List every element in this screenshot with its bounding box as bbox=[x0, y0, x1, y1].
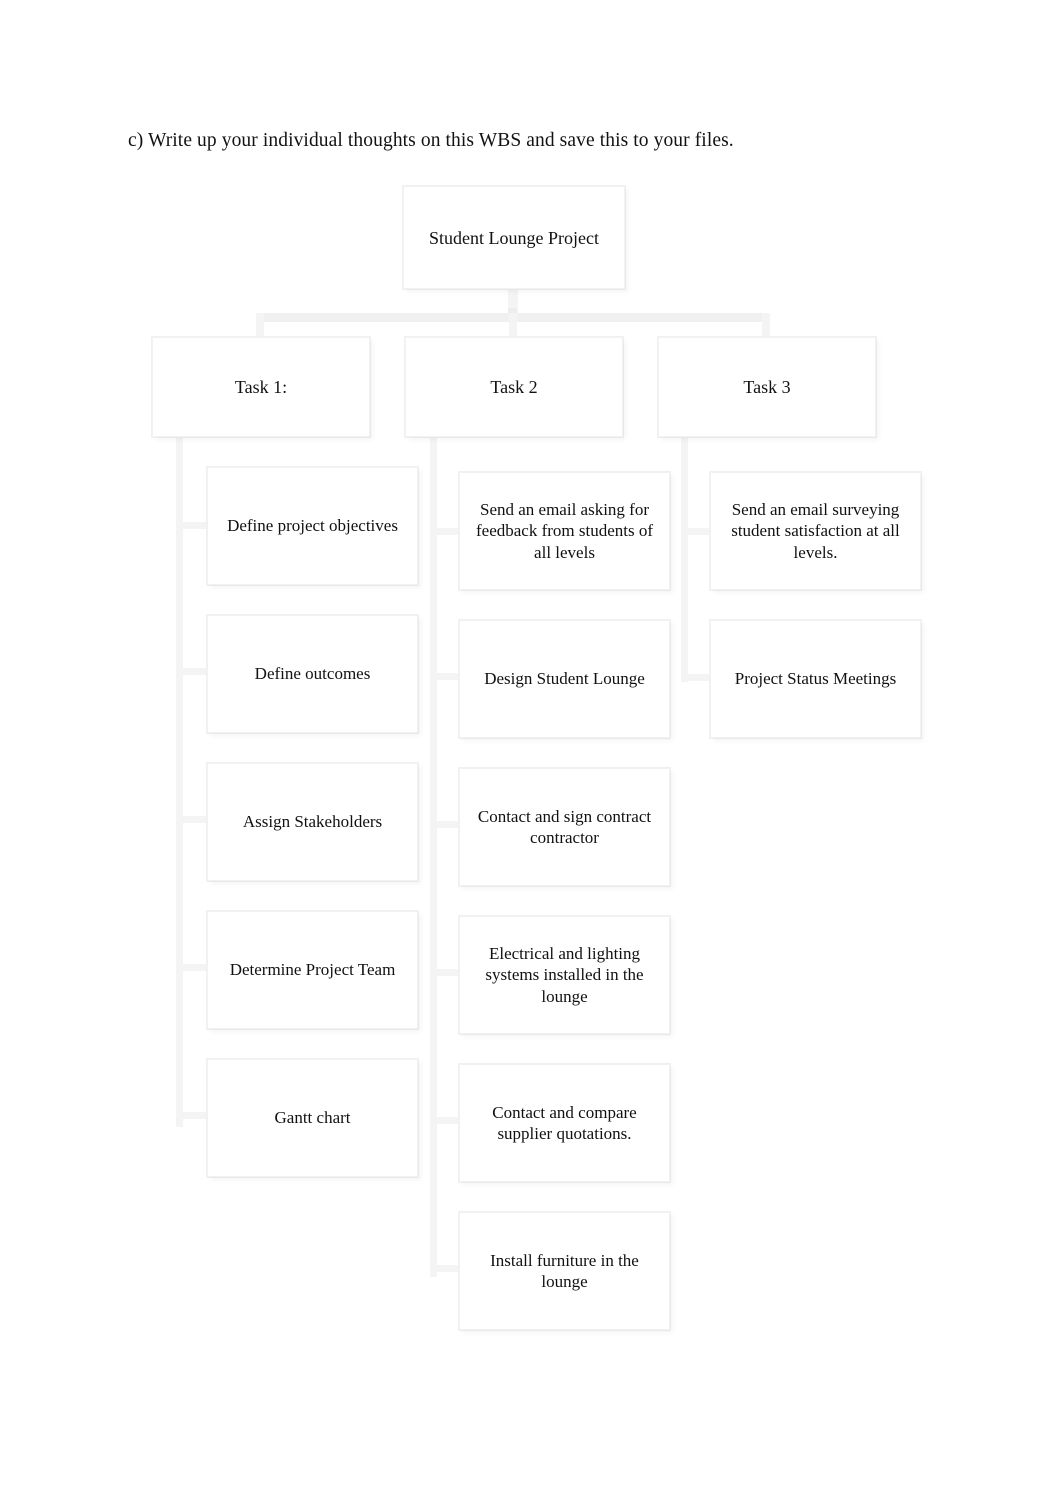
wbs-node-root-label: Student Lounge Project bbox=[429, 227, 599, 248]
connector-stub-3-1 bbox=[681, 528, 713, 535]
wbs-node-task-2-child-6[interactable]: Install furniture in the lounge bbox=[459, 1212, 670, 1330]
wbs-node-task-3[interactable]: Task 3 bbox=[658, 337, 876, 437]
wbs-node-label: Project Status Meetings bbox=[734, 669, 897, 689]
connector-stub-2-1 bbox=[430, 528, 462, 535]
connector-stub-2-6 bbox=[430, 1265, 462, 1272]
wbs-node-task-1-child-1[interactable]: Define project objectives bbox=[207, 467, 418, 585]
wbs-diagram: Student Lounge Project Task 1: Task 2 Ta… bbox=[0, 0, 1062, 1505]
connector-stub-1-2 bbox=[176, 668, 210, 675]
wbs-node-task-2-label: Task 2 bbox=[490, 377, 538, 397]
wbs-node-task-2[interactable]: Task 2 bbox=[405, 337, 623, 437]
connector-stub-2-3 bbox=[430, 821, 462, 828]
wbs-node-task-1-child-5[interactable]: Gantt chart bbox=[207, 1059, 418, 1177]
wbs-node-label: Define project objectives bbox=[227, 516, 398, 536]
connector-spine-task1 bbox=[176, 437, 183, 1127]
wbs-node-label: Electrical and lighting systems installe… bbox=[485, 943, 644, 1006]
wbs-node-label: Send an email surveying student satisfac… bbox=[731, 499, 900, 562]
wbs-node-task-2-child-5[interactable]: Contact and compare supplier quotations. bbox=[459, 1064, 670, 1182]
connector-stub-2-4 bbox=[430, 969, 462, 976]
wbs-node-label: Send an email asking for feedback from s… bbox=[475, 499, 654, 562]
wbs-node-task-3-child-2[interactable]: Project Status Meetings bbox=[710, 620, 921, 738]
wbs-node-label: Define outcomes bbox=[254, 664, 371, 684]
connector-stub-3-2 bbox=[681, 674, 713, 681]
connector-spine-task2 bbox=[430, 437, 437, 1277]
wbs-node-task-1[interactable]: Task 1: bbox=[152, 337, 370, 437]
wbs-node-label: Install furniture in the lounge bbox=[490, 1250, 639, 1292]
connector-stub-2-5 bbox=[430, 1117, 462, 1124]
document-page: c) Write up your individual thoughts on … bbox=[0, 0, 1062, 1505]
wbs-node-task-3-label: Task 3 bbox=[743, 377, 791, 397]
connector-stub-2-2 bbox=[430, 673, 462, 680]
wbs-node-task-2-child-2[interactable]: Design Student Lounge bbox=[459, 620, 670, 738]
wbs-node-label: Contact and sign contract contractor bbox=[477, 806, 652, 848]
wbs-node-label: Determine Project Team bbox=[229, 960, 396, 980]
wbs-node-task-3-child-1[interactable]: Send an email surveying student satisfac… bbox=[710, 472, 921, 590]
connector-drop-task3 bbox=[762, 313, 770, 339]
wbs-node-task-2-child-1[interactable]: Send an email asking for feedback from s… bbox=[459, 472, 670, 590]
connector-stub-1-4 bbox=[176, 964, 210, 971]
wbs-node-task-1-label: Task 1: bbox=[234, 377, 288, 397]
connector-drop-task2 bbox=[509, 313, 517, 339]
wbs-node-label: Gantt chart bbox=[274, 1108, 351, 1128]
wbs-node-task-1-child-2[interactable]: Define outcomes bbox=[207, 615, 418, 733]
wbs-node-label: Assign Stakeholders bbox=[242, 812, 383, 832]
connector-drop-task1 bbox=[256, 313, 264, 339]
connector-stub-1-5 bbox=[176, 1112, 210, 1119]
connector-stub-1-1 bbox=[176, 522, 210, 529]
wbs-node-task-2-child-3[interactable]: Contact and sign contract contractor bbox=[459, 768, 670, 886]
wbs-node-label: Contact and compare supplier quotations. bbox=[492, 1102, 637, 1144]
wbs-node-root[interactable]: Student Lounge Project bbox=[403, 186, 625, 289]
wbs-node-task-1-child-4[interactable]: Determine Project Team bbox=[207, 911, 418, 1029]
connector-stub-1-3 bbox=[176, 816, 210, 823]
connector-spine-task3 bbox=[681, 437, 688, 682]
wbs-node-task-1-child-3[interactable]: Assign Stakeholders bbox=[207, 763, 418, 881]
wbs-node-label: Design Student Lounge bbox=[484, 669, 645, 689]
wbs-node-task-2-child-4[interactable]: Electrical and lighting systems installe… bbox=[459, 916, 670, 1034]
